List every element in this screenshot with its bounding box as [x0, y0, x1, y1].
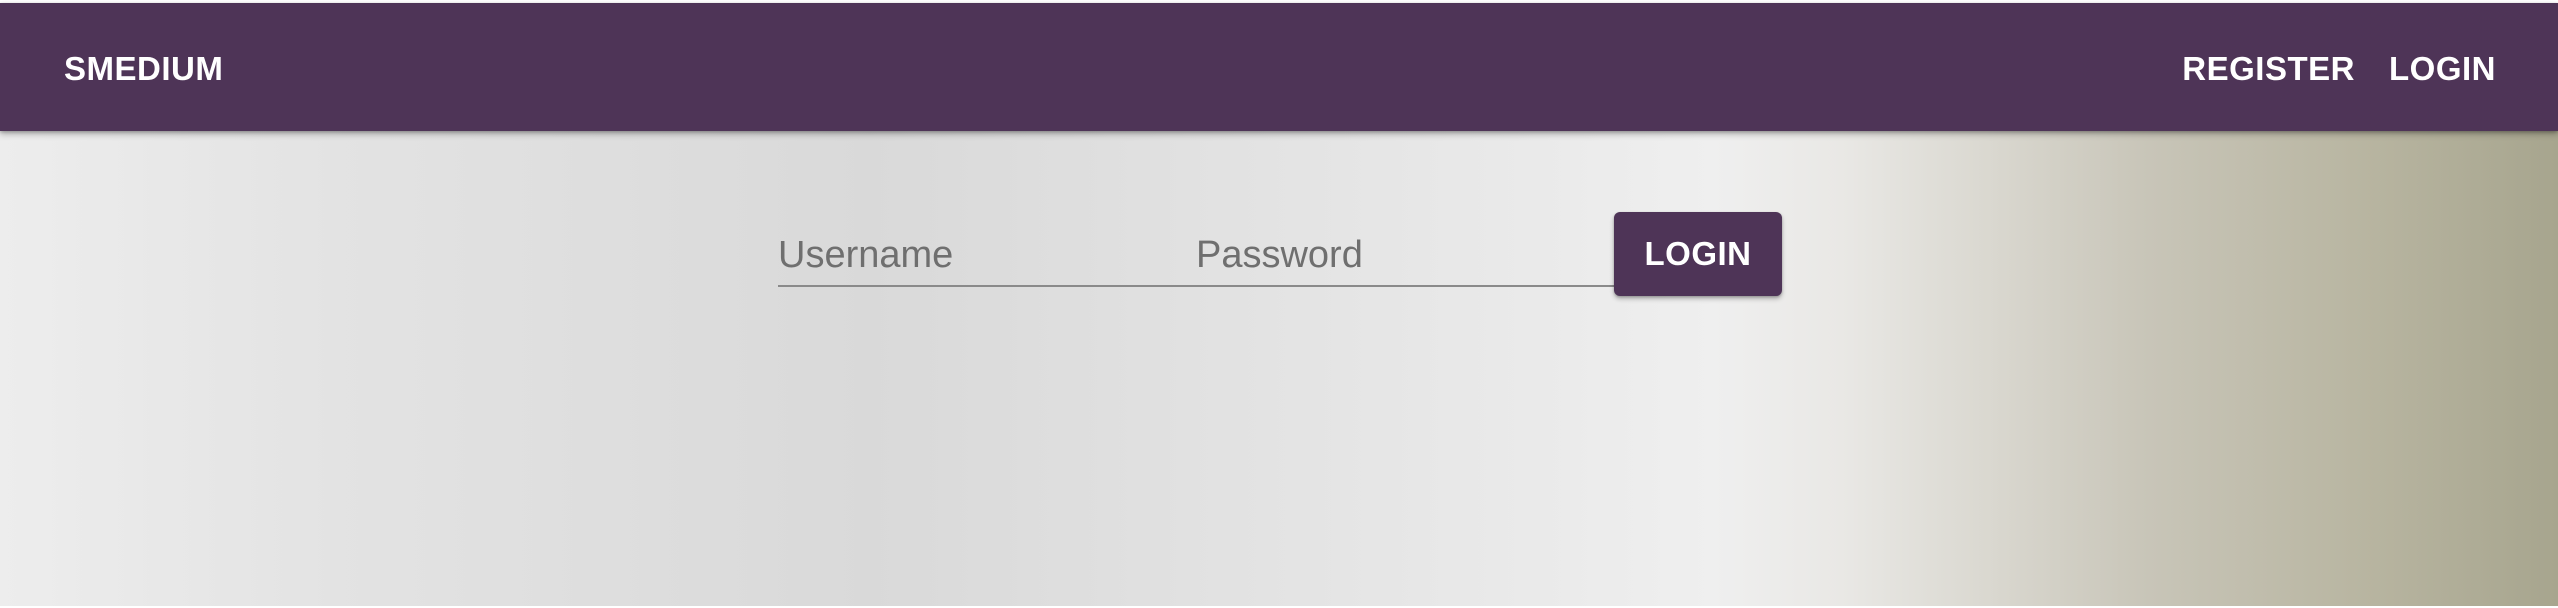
username-input[interactable] — [778, 227, 1196, 283]
main-content: LOGIN — [0, 131, 2558, 607]
page: SMEDIUM REGISTER LOGIN LOGIN — [0, 0, 2558, 608]
top-nav: REGISTER LOGIN — [2182, 49, 2496, 89]
password-input[interactable] — [1196, 227, 1614, 283]
brand-logo[interactable]: SMEDIUM — [64, 49, 223, 89]
username-field — [778, 227, 1196, 287]
login-link[interactable]: LOGIN — [2389, 49, 2496, 89]
register-link[interactable]: REGISTER — [2182, 49, 2355, 89]
app-bar: SMEDIUM REGISTER LOGIN — [0, 3, 2558, 131]
login-button[interactable]: LOGIN — [1614, 212, 1782, 296]
password-field — [1196, 227, 1614, 287]
